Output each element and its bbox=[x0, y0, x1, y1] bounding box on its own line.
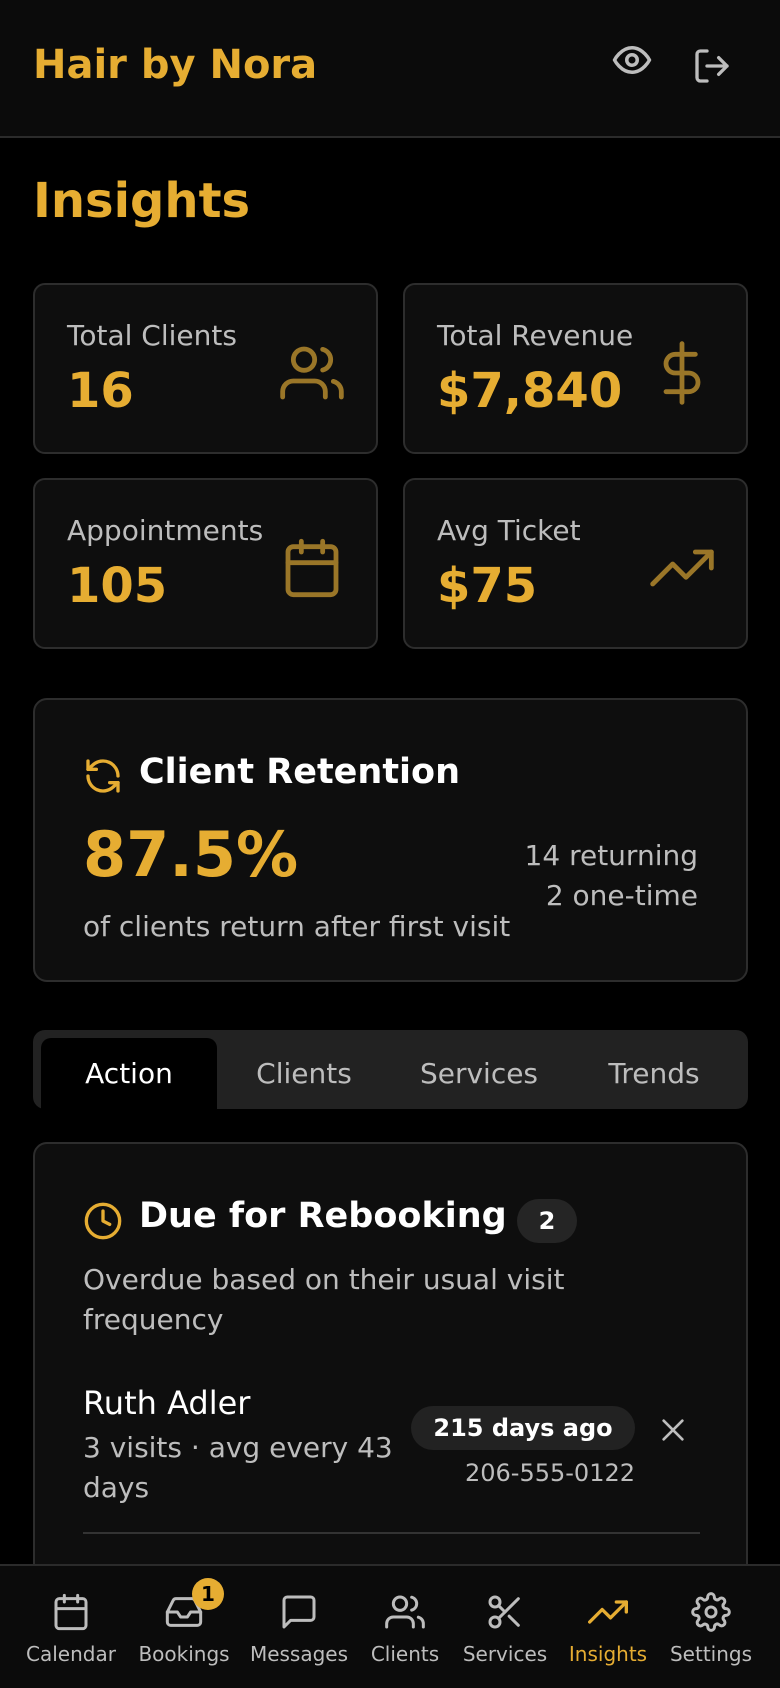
stat-label: Avg Ticket bbox=[437, 514, 581, 547]
client-phone[interactable]: 206-555-0122 bbox=[455, 1459, 635, 1487]
stat-label: Total Revenue bbox=[437, 319, 634, 352]
stat-card-total-revenue: Total Revenue $7,840 bbox=[403, 283, 748, 454]
client-retention-card: Client Retention 87.5% of clients return… bbox=[33, 698, 748, 982]
users-icon bbox=[280, 346, 344, 400]
nav-label: Messages bbox=[249, 1642, 349, 1666]
nav-label: Settings bbox=[669, 1642, 753, 1666]
tab-action[interactable]: Action bbox=[41, 1038, 217, 1109]
divider bbox=[83, 1532, 700, 1534]
stat-card-appointments: Appointments 105 bbox=[33, 478, 378, 649]
bookings-count-badge: 1 bbox=[192, 1578, 224, 1610]
calendar-icon bbox=[285, 538, 339, 598]
logout-icon bbox=[695, 49, 729, 83]
nav-item-settings[interactable]: Settings bbox=[656, 1566, 766, 1688]
rebooking-description: Overdue based on their usual visit frequ… bbox=[83, 1263, 565, 1336]
rebooking-count-badge: 2 bbox=[517, 1199, 577, 1243]
nav-label: Services bbox=[462, 1642, 548, 1666]
brand-title: Hair by Nora bbox=[33, 42, 318, 88]
days-ago-badge: 215 days ago bbox=[411, 1406, 635, 1450]
trending-up-icon bbox=[588, 1600, 628, 1624]
rebooking-title: Due for Rebooking bbox=[139, 1196, 507, 1236]
stat-value: $75 bbox=[437, 558, 538, 614]
tab-trends[interactable]: Trends bbox=[566, 1038, 742, 1109]
stat-value: 105 bbox=[67, 558, 168, 614]
dollar-icon bbox=[663, 341, 701, 405]
nav-item-messages[interactable]: Messages bbox=[244, 1566, 354, 1688]
stat-label: Appointments bbox=[67, 514, 264, 547]
stat-value: $7,840 bbox=[437, 363, 623, 419]
tab-services[interactable]: Services bbox=[391, 1038, 567, 1109]
nav-item-insights[interactable]: Insights bbox=[553, 1566, 663, 1688]
client-visit-meta: 3 visits · avg every 43 days bbox=[83, 1431, 393, 1504]
trending-up-icon bbox=[650, 549, 714, 587]
nav-label: Insights bbox=[568, 1642, 648, 1666]
tab-clients[interactable]: Clients bbox=[216, 1038, 392, 1109]
nav-item-bookings[interactable]: 1 Bookings bbox=[129, 1566, 239, 1688]
stat-card-avg-ticket: Avg Ticket $75 bbox=[403, 478, 748, 649]
retention-subtitle: of clients return after first visit bbox=[83, 910, 511, 943]
retention-title: Client Retention bbox=[139, 752, 461, 792]
scissors-icon bbox=[488, 1595, 520, 1629]
stat-value: 16 bbox=[67, 363, 134, 419]
refresh-icon bbox=[86, 759, 120, 793]
nav-label: Calendar bbox=[26, 1642, 116, 1666]
gear-icon bbox=[691, 1592, 731, 1632]
stat-card-total-clients: Total Clients 16 bbox=[33, 283, 378, 454]
one-time-count: 2 one-time bbox=[545, 879, 698, 912]
nav-item-clients[interactable]: Clients bbox=[350, 1566, 460, 1688]
app-header: Hair by Nora bbox=[0, 0, 780, 138]
nav-item-services[interactable]: Services bbox=[450, 1566, 560, 1688]
retention-breakdown: 14 returning 2 one-time bbox=[525, 836, 698, 916]
returning-count: 14 returning bbox=[524, 839, 698, 872]
close-icon[interactable] bbox=[657, 1414, 689, 1446]
nav-label: Bookings bbox=[138, 1642, 230, 1666]
nav-item-calendar[interactable]: Calendar bbox=[16, 1566, 126, 1688]
clock-icon bbox=[84, 1202, 122, 1240]
users-icon bbox=[385, 1595, 425, 1629]
preview-button[interactable] bbox=[604, 32, 660, 88]
bottom-nav: Calendar 1 Bookings Messages Clients Ser… bbox=[0, 1564, 780, 1688]
stat-label: Total Clients bbox=[67, 319, 237, 352]
page-title: Insights bbox=[33, 173, 251, 229]
calendar-icon bbox=[54, 1593, 88, 1631]
client-name: Ruth Adler bbox=[83, 1384, 251, 1422]
message-icon bbox=[282, 1595, 316, 1629]
insights-tabs: Action Clients Services Trends bbox=[33, 1030, 748, 1109]
retention-percent: 87.5% bbox=[83, 818, 299, 891]
logout-button[interactable] bbox=[684, 38, 740, 94]
nav-label: Clients bbox=[370, 1642, 440, 1666]
eye-icon bbox=[612, 46, 652, 74]
